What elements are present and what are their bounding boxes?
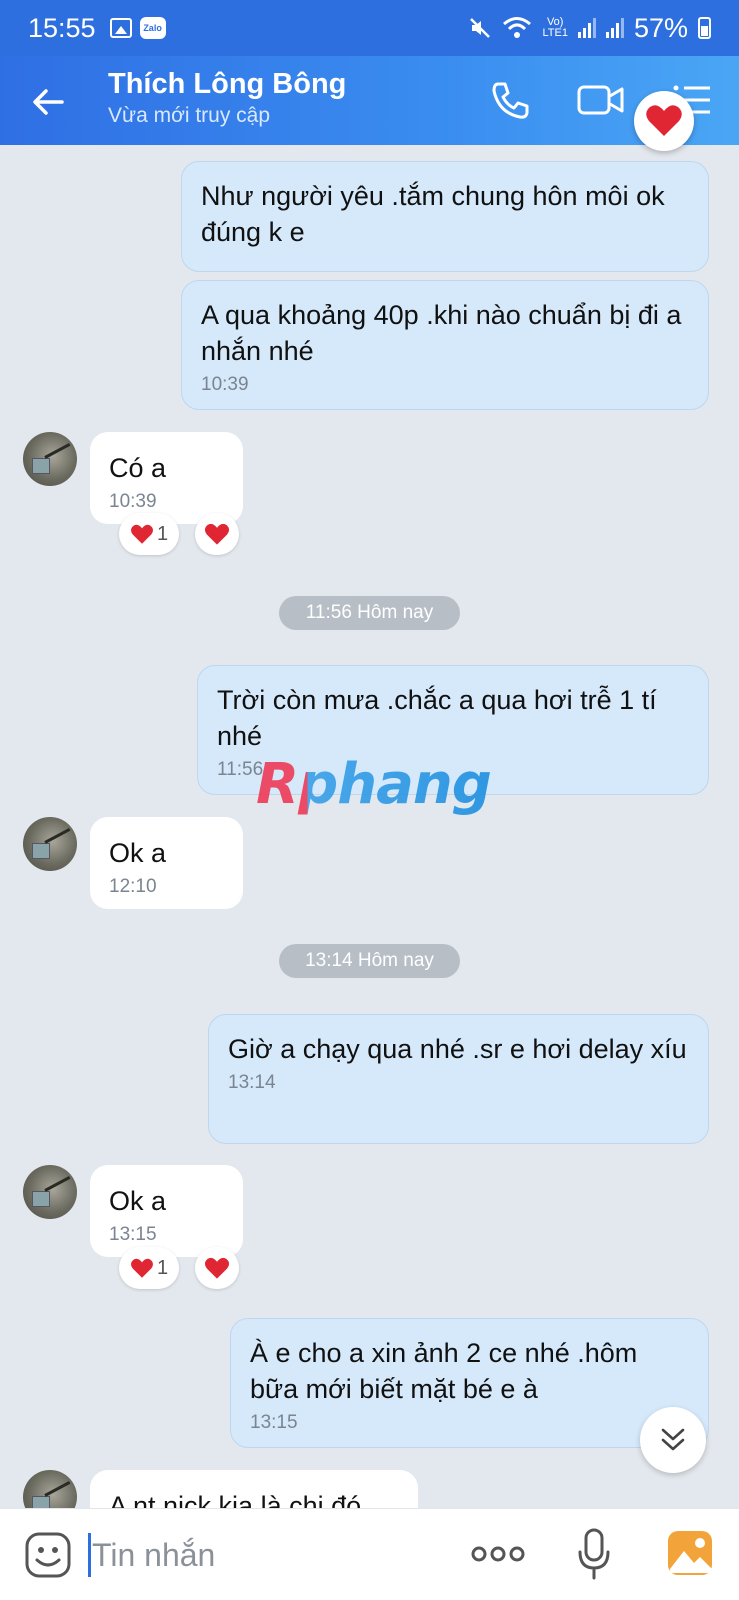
message-time: 13:15 (250, 1412, 298, 1433)
sent-message[interactable]: À e cho a xin ảnh 2 ce nhé .hôm bữa mới … (230, 1318, 709, 1448)
contact-status: Vừa mới truy cập (108, 104, 271, 127)
reaction-count-badge[interactable]: 1 (119, 1247, 179, 1289)
status-time: 15:55 (28, 12, 96, 43)
message-input[interactable] (92, 1529, 432, 1581)
zalo-notification-icon: Zalo (139, 17, 166, 39)
message-time: 13:15 (109, 1224, 157, 1245)
message-text: Giờ a chạy qua nhé .sr e hơi delay xíu (228, 1034, 687, 1064)
heart-icon (204, 1257, 230, 1279)
lte-label: LTE1 (542, 27, 568, 39)
contact-name[interactable]: Thích Lông Bông (108, 68, 346, 101)
date-separator: 13:14 Hôm nay (279, 944, 460, 978)
message-time: 10:39 (201, 374, 249, 395)
message-time: 12:10 (109, 876, 157, 897)
add-reaction-button[interactable] (195, 1247, 239, 1289)
video-call-icon[interactable] (576, 78, 626, 122)
gallery-notification-icon (109, 18, 132, 38)
add-reaction-button[interactable] (195, 513, 239, 555)
status-bar: 15:55 Zalo Vo) LTE1 57% (0, 0, 739, 56)
reaction-count-badge[interactable]: 1 (119, 513, 179, 555)
message-text: Ok a (109, 1186, 167, 1216)
message-time: 13:14 (228, 1072, 276, 1093)
message-text: Trời còn mưa .chắc a qua hơi trễ 1 tí nh… (217, 685, 657, 751)
heart-icon (130, 1258, 153, 1278)
message-text: Ok a (109, 838, 167, 868)
more-options-icon[interactable] (470, 1539, 526, 1569)
back-arrow-icon[interactable] (28, 82, 68, 122)
message-text: Như người yêu .tắm chung hôn môi ok đúng… (201, 181, 665, 247)
received-message[interactable]: Có a 10:39 (90, 432, 243, 524)
sent-message[interactable]: A qua khoảng 40p .khi nào chuẩn bị đi a … (181, 280, 709, 410)
date-separator: 11:56 Hôm nay (279, 596, 460, 630)
volte-indicator: Vo) LTE1 (542, 17, 567, 39)
signal-icon-2 (605, 18, 624, 38)
reaction-count: 1 (156, 522, 169, 545)
reaction-count: 1 (156, 1256, 169, 1279)
received-message[interactable]: Ok a 12:10 (90, 817, 243, 909)
received-message[interactable]: Ok a 13:15 (90, 1165, 243, 1257)
message-time: 10:39 (109, 491, 157, 512)
text-cursor (88, 1533, 91, 1577)
heart-icon (130, 524, 153, 544)
scroll-to-bottom-button[interactable] (640, 1407, 706, 1473)
signal-icon-1 (577, 18, 596, 38)
contact-avatar[interactable] (23, 432, 77, 486)
chat-header: Thích Lông Bông Vừa mới truy cập (0, 56, 739, 145)
wifi-icon (503, 17, 532, 38)
image-gallery-icon[interactable] (666, 1529, 714, 1577)
sent-message[interactable]: Như người yêu .tắm chung hôn môi ok đúng… (181, 161, 709, 272)
sent-message[interactable]: Trời còn mưa .chắc a qua hơi trễ 1 tí nh… (197, 665, 709, 795)
message-text: Có a (109, 453, 167, 483)
heart-reaction-button[interactable] (634, 91, 694, 151)
contact-avatar[interactable] (23, 817, 77, 871)
message-time: 11:56 (217, 759, 264, 780)
battery-icon (698, 17, 711, 39)
battery-percent: 57% (633, 12, 688, 43)
message-text: A qua khoảng 40p .khi nào chuẩn bị đi a … (201, 300, 682, 366)
mute-icon (470, 18, 491, 38)
sent-message[interactable]: Giờ a chạy qua nhé .sr e hơi delay xíu 1… (208, 1014, 709, 1144)
contact-avatar[interactable] (23, 1165, 77, 1219)
heart-icon (646, 105, 682, 136)
message-input-bar (0, 1508, 739, 1600)
sticker-emoji-icon[interactable] (24, 1531, 72, 1579)
microphone-icon[interactable] (576, 1527, 612, 1581)
heart-icon (204, 523, 230, 545)
phone-call-icon[interactable] (488, 78, 532, 122)
message-text: À e cho a xin ảnh 2 ce nhé .hôm bữa mới … (250, 1338, 638, 1404)
double-chevron-down-icon (661, 1428, 685, 1451)
